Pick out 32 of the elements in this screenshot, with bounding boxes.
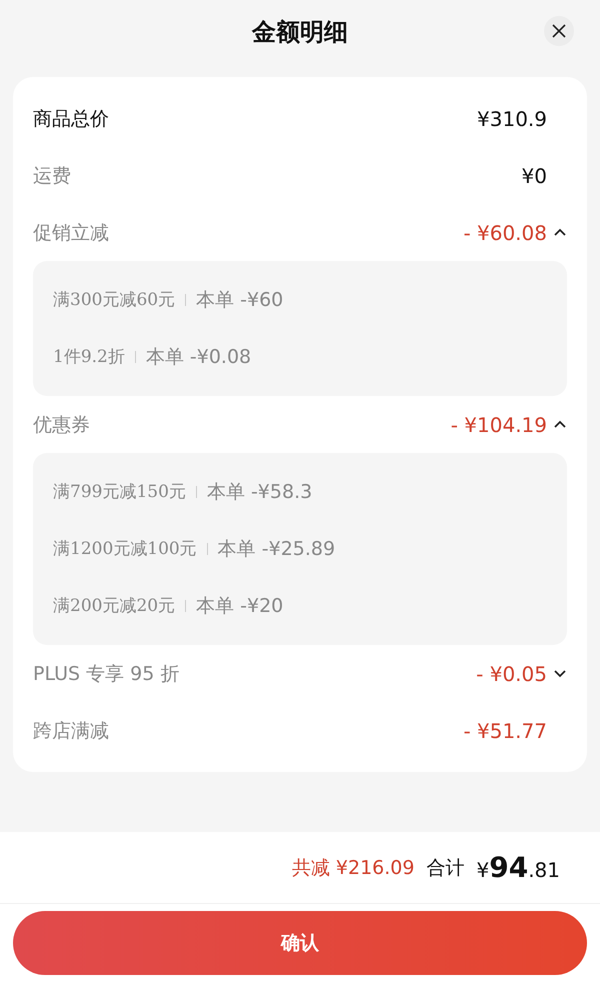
row-amount: ¥0 — [522, 164, 547, 188]
total-label: 合计 — [426, 856, 464, 880]
row-label: 运费 — [33, 164, 71, 188]
row-label: 跨店满减 — [33, 718, 109, 744]
detail-amount: 本单 -¥58.3 — [206, 480, 312, 504]
saved-total: 共减 ¥216.09 — [292, 856, 414, 880]
detail-amount: 本单 -¥20 — [196, 594, 284, 618]
row-label: 优惠券 — [33, 412, 90, 438]
detail-rule: 满200元减20元 — [53, 595, 176, 617]
row-label: 促销立减 — [33, 220, 109, 246]
detail-amount: 本单 -¥60 — [196, 288, 284, 312]
row-label: 商品总价 — [33, 106, 109, 132]
dialog-title: 金额明细 — [252, 17, 348, 48]
row-amount: - ¥60.08 — [463, 220, 547, 244]
close-icon — [552, 24, 566, 38]
chevron-up-icon[interactable] — [553, 228, 567, 237]
total-amount: ¥94.81 — [476, 851, 560, 884]
chevron-up-icon[interactable] — [553, 420, 567, 429]
detail-rule: 1件9.2折 — [53, 346, 125, 368]
row-amount: - ¥51.77 — [463, 718, 547, 742]
detail-amount: 本单 -¥25.89 — [218, 536, 336, 562]
row-label: PLUS 专享 95 折 — [33, 662, 180, 686]
confirm-button[interactable]: 确认 — [13, 911, 587, 975]
detail-rule: 满799元减150元 — [53, 481, 186, 503]
row-amount: - ¥0.05 — [476, 662, 547, 686]
row-amount: ¥310.9 — [477, 106, 547, 130]
detail-rule: 满300元减60元 — [53, 289, 176, 311]
detail-rule: 满1200元减100元 — [53, 538, 197, 560]
close-button[interactable] — [544, 16, 574, 46]
row-amount: - ¥104.19 — [450, 412, 547, 436]
chevron-down-icon[interactable] — [553, 669, 567, 678]
detail-amount: 本单 -¥0.08 — [146, 344, 252, 370]
